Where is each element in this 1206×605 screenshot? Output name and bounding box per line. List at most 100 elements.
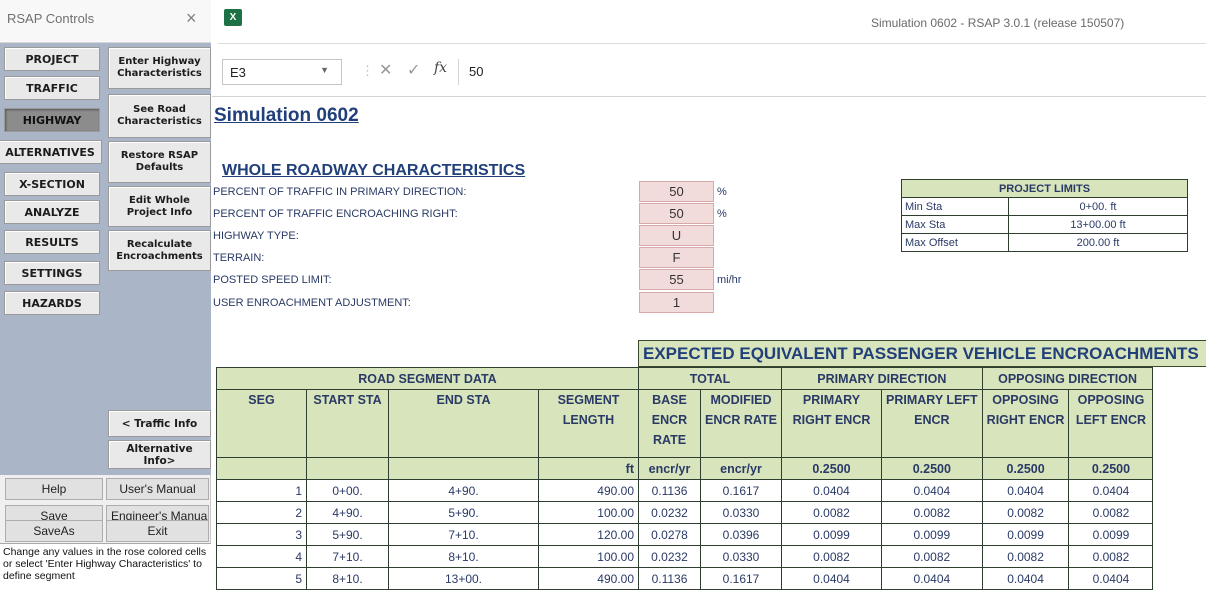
table-cell[interactable]: 0.1617 (700, 567, 782, 590)
terrain-cell[interactable]: F (639, 247, 714, 268)
nav-highway-button[interactable]: HIGHWAY (4, 108, 100, 132)
restore-rsap-defaults-button[interactable]: Restore RSAP Defaults (108, 141, 211, 183)
nav-results-button[interactable]: RESULTS (4, 230, 100, 254)
nav-alternatives-button[interactable]: ALTERNATIVES (0, 140, 102, 164)
edit-whole-project-info-button[interactable]: Edit Whole Project Info (108, 186, 211, 227)
table-cell[interactable]: 490.00 (538, 567, 639, 590)
table-cell[interactable]: 0+00. (306, 479, 389, 502)
unit-cell[interactable]: 0.2500 (881, 457, 983, 480)
table-cell[interactable]: 0.0082 (781, 501, 882, 524)
table-cell[interactable]: 3 (216, 523, 307, 546)
table-cell[interactable]: 0.1136 (638, 479, 701, 502)
table-cell[interactable]: 120.00 (538, 523, 639, 546)
table-cell[interactable]: 0.0404 (781, 479, 882, 502)
function-icon[interactable]: fx (434, 60, 447, 76)
name-box[interactable]: E3 ▼ (222, 59, 342, 85)
column-header: SEGMENT LENGTH (538, 389, 639, 458)
table-cell[interactable]: 0.0404 (881, 479, 983, 502)
worksheet[interactable]: Simulation 0602 WHOLE ROADWAY CHARACTERI… (212, 96, 1206, 605)
table-cell[interactable]: 5+90. (306, 523, 389, 546)
table-cell[interactable]: 1 (216, 479, 307, 502)
table-cell[interactable]: 0.0404 (1068, 479, 1154, 502)
table-cell[interactable]: 13+00. (388, 567, 539, 590)
primary-direction-cell[interactable]: 50 (639, 181, 714, 202)
chevron-down-icon[interactable]: ▼ (320, 65, 329, 75)
table-cell[interactable]: 0.0396 (700, 523, 782, 546)
confirm-icon[interactable]: ✓ (407, 60, 420, 80)
unit-cell[interactable]: 0.2500 (781, 457, 882, 480)
table-cell[interactable]: 0.1617 (700, 479, 782, 502)
alternative-info-button[interactable]: Alternative Info> (108, 440, 211, 469)
table-cell[interactable]: 8+10. (388, 545, 539, 568)
speed-limit-cell[interactable]: 55 (639, 269, 714, 290)
exit-button[interactable]: Exit (106, 520, 209, 542)
table-cell[interactable]: 0.0404 (881, 567, 983, 590)
unit-cell[interactable]: 0.2500 (1068, 457, 1154, 480)
table-cell[interactable]: 100.00 (538, 501, 639, 524)
table-cell[interactable]: 100.00 (538, 545, 639, 568)
nav-x-section-button[interactable]: X-SECTION (4, 172, 100, 196)
table-cell[interactable]: 0.0330 (700, 501, 782, 524)
saveas-button[interactable]: SaveAs (5, 520, 103, 542)
table-cell[interactable]: 0.0082 (781, 545, 882, 568)
table-cell[interactable]: 0.0330 (700, 545, 782, 568)
rsap-controls-panel: RSAP Controls × PROJECT TRAFFIC HIGHWAY … (0, 0, 211, 605)
unit-cell (306, 457, 389, 480)
table-cell[interactable]: 0.0099 (981, 523, 1070, 546)
see-road-characteristics-button[interactable]: See Road Characteristics (108, 94, 211, 138)
table-cell[interactable]: 0.0082 (881, 501, 983, 524)
encroaching-right-cell[interactable]: 50 (639, 203, 714, 224)
adjustment-cell[interactable]: 1 (639, 292, 714, 313)
table-cell[interactable]: 0.0232 (638, 545, 701, 568)
limit-label[interactable]: Min Sta (901, 197, 1009, 216)
table-cell[interactable]: 490.00 (538, 479, 639, 502)
table-cell[interactable]: 0.1136 (638, 567, 701, 590)
table-cell[interactable]: 0.0278 (638, 523, 701, 546)
table-cell[interactable]: 0.0232 (638, 501, 701, 524)
nav-analyze-button[interactable]: ANALYZE (4, 200, 100, 224)
traffic-info-button[interactable]: < Traffic Info (108, 410, 211, 437)
table-cell[interactable]: 0.0099 (881, 523, 983, 546)
enter-highway-characteristics-button[interactable]: Enter Highway Characteristics (108, 47, 211, 89)
table-cell[interactable]: 7+10. (306, 545, 389, 568)
table-cell[interactable]: 0.0099 (781, 523, 882, 546)
table-cell[interactable]: 0.0404 (1068, 567, 1154, 590)
table-cell[interactable]: 0.0082 (1068, 545, 1154, 568)
field-label: HIGHWAY TYPE: (213, 230, 299, 242)
table-row: 4 7+10. 8+10. 100.00 0.0232 0.0330 0.008… (216, 545, 1154, 568)
nav-hazards-button[interactable]: HAZARDS (4, 291, 100, 315)
table-cell[interactable]: 4+90. (306, 501, 389, 524)
table-cell[interactable]: 0.0082 (1068, 501, 1154, 524)
table-cell[interactable]: 0.0404 (981, 567, 1070, 590)
help-button[interactable]: Help (5, 478, 103, 500)
table-cell[interactable]: 0.0404 (781, 567, 882, 590)
cancel-icon[interactable]: ✕ (379, 60, 392, 80)
table-cell[interactable]: 8+10. (306, 567, 389, 590)
table-cell[interactable]: 5 (216, 567, 307, 590)
table-cell[interactable]: 0.0082 (881, 545, 983, 568)
nav-traffic-button[interactable]: TRAFFIC (4, 76, 100, 100)
table-cell[interactable]: 4 (216, 545, 307, 568)
table-cell[interactable]: 0.0404 (981, 479, 1070, 502)
table-cell[interactable]: 4+90. (388, 479, 539, 502)
highway-type-cell[interactable]: U (639, 225, 714, 246)
unit-cell[interactable]: 0.2500 (981, 457, 1070, 480)
formula-input[interactable]: 50 (458, 59, 1206, 85)
close-icon[interactable]: × (186, 8, 197, 29)
limit-value[interactable]: 0+00. ft (1008, 197, 1188, 216)
table-cell[interactable]: 0.0082 (981, 545, 1070, 568)
nav-settings-button[interactable]: SETTINGS (4, 261, 100, 285)
limit-label[interactable]: Max Offset (901, 233, 1009, 252)
table-cell[interactable]: 5+90. (388, 501, 539, 524)
nav-project-button[interactable]: PROJECT (4, 47, 100, 71)
limit-value[interactable]: 200.00 ft (1008, 233, 1188, 252)
table-cell[interactable]: 7+10. (388, 523, 539, 546)
limit-value[interactable]: 13+00.00 ft (1008, 215, 1188, 234)
table-cell[interactable]: 0.0082 (981, 501, 1070, 524)
recalculate-encroachments-button[interactable]: Recalculate Encroachments (108, 230, 211, 271)
limit-label[interactable]: Max Sta (901, 215, 1009, 234)
group-header-row: ROAD SEGMENT DATA TOTAL PRIMARY DIRECTIO… (216, 367, 1154, 390)
table-cell[interactable]: 2 (216, 501, 307, 524)
table-cell[interactable]: 0.0099 (1068, 523, 1154, 546)
users-manual-button[interactable]: User's Manual (106, 478, 209, 500)
